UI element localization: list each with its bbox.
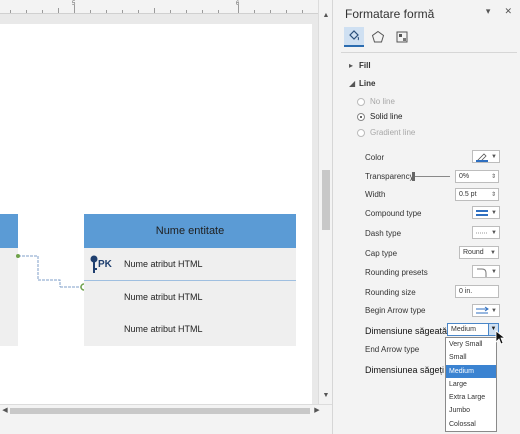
color-label: Color <box>365 153 385 162</box>
collapsed-arrow-icon: ▸ <box>349 61 354 70</box>
transparency-slider-track[interactable] <box>414 176 450 177</box>
dropdown-option[interactable]: Extra Large <box>446 391 496 404</box>
rounding-size-input[interactable]: 0 in. <box>455 285 499 298</box>
radio-circle <box>357 128 365 137</box>
arrow-size-dropdown-list: Very Small Small Medium Large Extra Larg… <box>445 337 497 432</box>
begin-arrow-type-dropdown[interactable]: ▼ <box>472 304 500 317</box>
rounded-corner-icon <box>477 268 487 277</box>
cap-type-label: Cap type <box>365 249 398 258</box>
dash-type-dropdown[interactable]: ▼ <box>472 226 500 239</box>
rounding-size-label: Rounding size <box>365 288 416 297</box>
transparency-label: Transparency <box>365 172 414 181</box>
line-color-picker[interactable]: ▼ <box>472 150 500 163</box>
dropdown-option[interactable]: Small <box>446 351 496 364</box>
line-section-header[interactable]: ◢ Line <box>349 79 375 88</box>
horizontal-ruler: 5 6 <box>0 0 318 14</box>
tab-effects[interactable] <box>368 27 388 47</box>
end-arrow-size-label: Dimensiunea săgeți <box>365 365 445 375</box>
gradient-line-radio[interactable]: Gradient line <box>357 128 415 137</box>
attribute-name: Nume atribut HTML <box>124 292 203 302</box>
transparency-slider-handle[interactable] <box>412 172 415 181</box>
rounding-presets-dropdown[interactable]: ▼ <box>472 265 500 278</box>
drawing-canvas[interactable]: Nume entitate PK Nume atribut HTML Nume … <box>0 14 318 404</box>
rounding-presets-label: Rounding presets <box>365 268 428 277</box>
tab-fill-line[interactable] <box>344 27 364 47</box>
pen-color-icon <box>476 152 488 162</box>
paint-bucket-icon <box>349 30 359 41</box>
connector-handle[interactable] <box>16 254 20 258</box>
entity-row[interactable]: Nume atribut HTML <box>84 313 296 345</box>
horizontal-scrollbar[interactable]: ◀ ▶ <box>0 404 332 416</box>
fill-section-header[interactable]: ▸ Fill <box>349 61 371 70</box>
attribute-name: Nume atribut HTML <box>124 259 203 269</box>
drawing-page[interactable]: Nume entitate PK Nume atribut HTML Nume … <box>0 24 312 404</box>
entity-title[interactable]: Nume entitate <box>84 214 296 248</box>
radio-circle <box>357 97 365 106</box>
attribute-name: Nume atribut HTML <box>124 324 203 334</box>
ruler-number: 5 <box>72 1 76 7</box>
pk-label: PK <box>98 258 112 270</box>
panel-divider <box>341 52 517 53</box>
width-label: Width <box>365 190 386 199</box>
key-icon <box>90 255 98 273</box>
dash-line-icon <box>476 232 488 233</box>
expanded-arrow-icon: ◢ <box>349 79 356 88</box>
scroll-up-arrow[interactable]: ▲ <box>320 10 332 22</box>
arrow-type-icon <box>476 306 489 313</box>
scroll-thumb[interactable] <box>322 170 330 230</box>
scroll-down-arrow[interactable]: ▼ <box>320 390 332 402</box>
entity-row[interactable]: PK Nume atribut HTML <box>84 248 296 280</box>
close-icon[interactable]: ✕ <box>504 6 512 17</box>
size-properties-icon <box>396 31 408 43</box>
dropdown-option[interactable]: Large <box>446 378 496 391</box>
scroll-thumb[interactable] <box>10 408 310 414</box>
compound-lines-icon <box>476 209 488 216</box>
no-line-radio[interactable]: No line <box>357 97 395 106</box>
scroll-left-arrow[interactable]: ◀ <box>0 405 10 417</box>
dropdown-option[interactable]: Jumbo <box>446 404 496 417</box>
cap-type-dropdown[interactable]: Round ▼ <box>459 246 499 259</box>
radio-circle <box>357 112 365 121</box>
pentagon-icon <box>371 30 385 43</box>
compound-type-label: Compound type <box>365 209 422 218</box>
dropdown-option-highlighted[interactable]: Medium <box>446 364 496 378</box>
ruler-number: 6 <box>236 1 240 7</box>
dropdown-option[interactable]: Colossal <box>446 418 496 431</box>
entity-shape[interactable]: Nume entitate PK Nume atribut HTML Nume … <box>84 214 296 346</box>
dropdown-option[interactable]: Very Small <box>446 338 496 351</box>
solid-line-radio[interactable]: Solid line <box>357 112 402 121</box>
mouse-cursor-icon <box>495 330 507 345</box>
panel-title: Formatare formă <box>345 7 435 21</box>
entity-row[interactable]: Nume atribut HTML <box>84 281 296 313</box>
begin-arrow-type-label: Begin Arrow type <box>365 306 426 315</box>
compound-type-dropdown[interactable]: ▼ <box>472 206 500 219</box>
panel-options-icon[interactable]: ▾ <box>486 6 491 17</box>
transparency-input[interactable]: 0% ⇕ <box>455 170 499 183</box>
panel-window-controls: ▾ ✕ <box>486 6 512 17</box>
end-arrow-type-label: End Arrow type <box>365 345 420 354</box>
tab-size-properties[interactable] <box>392 27 412 47</box>
vertical-scrollbar[interactable]: ▲ ▼ <box>318 0 332 404</box>
scroll-right-arrow[interactable]: ▶ <box>312 405 322 417</box>
width-input[interactable]: 0.5 pt ⇕ <box>455 188 499 201</box>
dash-type-label: Dash type <box>365 229 402 238</box>
